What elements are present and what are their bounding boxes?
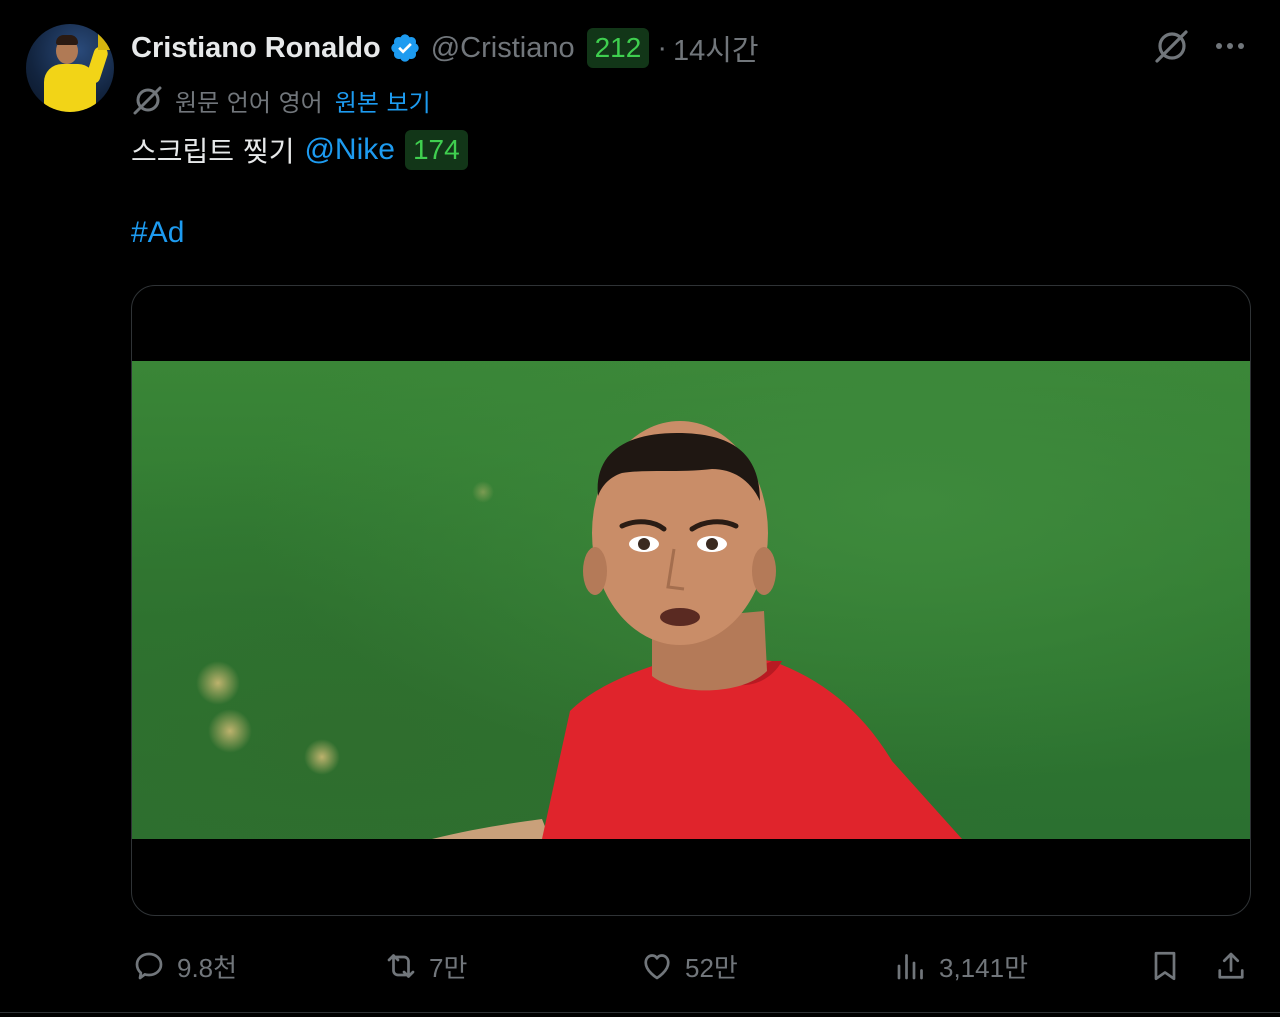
tweet-divider: [0, 1012, 1280, 1013]
views-count: 3,141만: [939, 952, 1028, 983]
tweet-header: Cristiano Ronaldo @Cristiano 212 · 14시간: [131, 28, 759, 68]
reply-count: 9.8천: [177, 952, 238, 983]
reply-icon: [135, 952, 163, 980]
translate-icon: [131, 83, 165, 117]
repost-icon: [387, 954, 415, 978]
avatar-shirt: [44, 64, 96, 112]
media-container[interactable]: [131, 285, 1251, 916]
mention-link[interactable]: @Nike: [304, 133, 394, 167]
verified-badge-icon[interactable]: [389, 32, 421, 64]
tweet-body: 스크립트 찢기 @Nike 174: [131, 127, 468, 173]
bookmark-icon: [1154, 951, 1176, 981]
reply-button[interactable]: 9.8천: [131, 944, 237, 988]
video-frame[interactable]: [132, 361, 1250, 839]
mention-count-badge: 174: [404, 130, 468, 170]
repost-button[interactable]: 7만: [383, 944, 467, 988]
tweet-time[interactable]: 14시간: [673, 27, 759, 69]
author-name[interactable]: Cristiano Ronaldo: [131, 32, 381, 65]
tweet-text: 스크립트 찢기: [131, 135, 295, 168]
translation-note: 원문 언어 영어: [175, 88, 323, 117]
bookmark-button[interactable]: [1147, 944, 1183, 988]
share-button[interactable]: [1213, 944, 1249, 988]
share-icon: [1218, 952, 1244, 979]
player-figure: [432, 421, 962, 839]
hashtag-link[interactable]: #Ad: [131, 216, 184, 250]
avatar-flag: [98, 32, 114, 50]
tweet: Cristiano Ronaldo @Cristiano 212 · 14시간: [0, 0, 1280, 1017]
tweet-actions: 9.8천 7만 52만 3,141만: [131, 944, 1251, 988]
like-count: 52만: [685, 952, 738, 983]
grok-icon[interactable]: [1152, 26, 1192, 66]
avatar[interactable]: [26, 24, 114, 112]
avatar-hair: [56, 35, 78, 45]
views-icon: [897, 954, 923, 980]
author-handle[interactable]: @Cristiano: [431, 32, 575, 65]
like-button[interactable]: 52만: [639, 944, 738, 988]
more-icon[interactable]: [1212, 30, 1248, 62]
heart-icon: [644, 954, 670, 980]
show-original-link[interactable]: 원본 보기: [335, 83, 431, 118]
separator-dot: ·: [657, 31, 667, 64]
translation-row: 원문 언어 영어 원본 보기: [131, 82, 431, 118]
views-button[interactable]: 3,141만: [893, 944, 1028, 988]
repost-count: 7만: [429, 952, 468, 983]
handle-count-badge: 212: [586, 28, 650, 68]
